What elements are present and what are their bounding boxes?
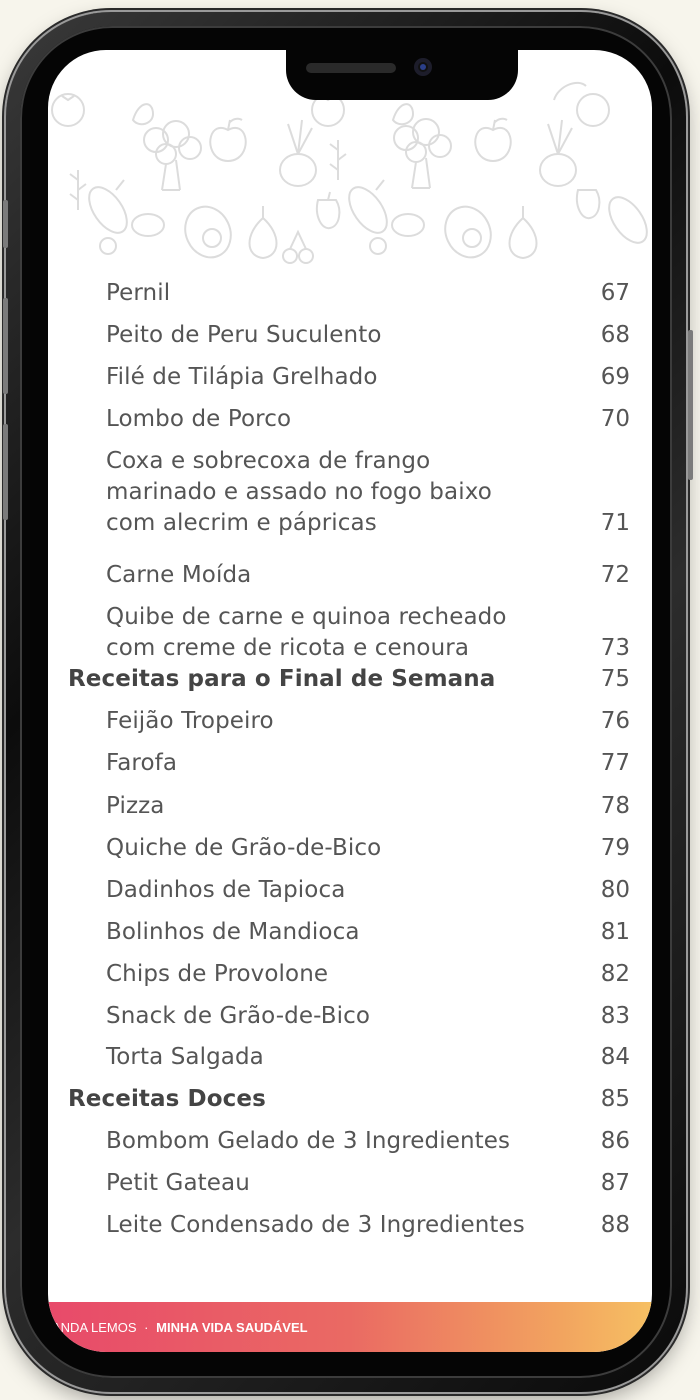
toc-entry-page-number: 86 <box>600 1128 630 1154</box>
toc-entry-page-number: 69 <box>600 364 630 390</box>
toc-entry-page-number: 72 <box>600 562 630 588</box>
toc-entry-page-number: 82 <box>600 961 630 987</box>
camera-icon <box>414 58 432 76</box>
toc-entry-title: Dadinhos de Tapioca <box>106 877 346 903</box>
toc-entry-title: Lombo de Porco <box>106 406 292 432</box>
toc-entry-title: Pernil <box>106 280 171 306</box>
toc-entry-page-number: 78 <box>600 793 630 819</box>
toc-entry-page-number: 71 <box>600 510 630 536</box>
power-button <box>688 330 693 480</box>
toc-entry-title: Coxa e sobrecoxa de frango marinado e as… <box>106 448 492 536</box>
toc-entry-page-number: 77 <box>600 750 630 776</box>
toc-entry-title: Snack de Grão-de-Bico <box>106 1003 370 1029</box>
toc-entry-page-number: 80 <box>600 877 630 903</box>
toc-entry-title: Peito de Peru Suculento <box>106 322 382 348</box>
toc-entry-title: Torta Salgada <box>106 1044 264 1070</box>
toc-entry-page-number: 84 <box>600 1044 630 1070</box>
footer-text: ANDA LEMOS · MINHA VIDA SAUDÁVEL <box>52 1320 308 1335</box>
toc-entry-page-number: 67 <box>600 280 630 306</box>
mute-switch <box>3 200 8 248</box>
toc-entry-title: Leite Condensado de 3 Ingredientes <box>106 1212 525 1238</box>
toc-entry-title: Quiche de Grão-de-Bico <box>106 835 382 861</box>
speaker-grille <box>306 63 396 73</box>
toc-entry-page-number: 73 <box>600 635 630 661</box>
footer-title: MINHA VIDA SAUDÁVEL <box>156 1320 308 1335</box>
toc-entry-title: Pizza <box>106 793 165 819</box>
toc-entry-page-number: 87 <box>600 1170 630 1196</box>
toc-entry-page-number: 85 <box>600 1086 630 1112</box>
toc-entry-title: Bolinhos de Mandioca <box>106 919 360 945</box>
toc-entry-page-number: 76 <box>600 708 630 734</box>
volume-down-button <box>3 424 8 520</box>
toc-entry-page-number: 70 <box>600 406 630 432</box>
toc-entry-title: Receitas para o Final de Semana <box>68 666 496 692</box>
toc-entry-title: Receitas Doces <box>68 1086 266 1112</box>
volume-up-button <box>3 298 8 394</box>
footer-separator: · <box>144 1320 149 1335</box>
footer-author: ANDA LEMOS <box>52 1320 137 1335</box>
toc-entry-title: Carne Moída <box>106 562 252 588</box>
toc-entry-title: Filé de Tilápia Grelhado <box>106 364 378 390</box>
toc-entry-title: Chips de Provolone <box>106 961 329 987</box>
book-page[interactable]: Pernil 67 Peito de Peru Suculento 68 Filé de… <box>48 50 652 1352</box>
toc-entry-title: Petit Gateau <box>106 1170 250 1196</box>
toc-entry-page-number: 88 <box>600 1212 630 1238</box>
footer-banner: ANDA LEMOS · MINHA VIDA SAUDÁVEL <box>48 1302 652 1352</box>
phone-notch <box>286 50 518 100</box>
toc-entry-page-number: 83 <box>600 1003 630 1029</box>
toc-entry-page-number: 79 <box>600 835 630 861</box>
toc-entry-page-number: 68 <box>600 322 630 348</box>
toc-entry-title: Farofa <box>106 750 178 776</box>
toc-entry-title: Feijão Tropeiro <box>106 708 274 734</box>
toc-entry-title: Bombom Gelado de 3 Ingredientes <box>106 1128 511 1154</box>
toc-entry-title: Quibe de carne e quinoa recheado com cre… <box>106 604 507 661</box>
toc-entry-page-number: 81 <box>600 919 630 945</box>
toc-entry-page-number: 75 <box>600 666 630 692</box>
